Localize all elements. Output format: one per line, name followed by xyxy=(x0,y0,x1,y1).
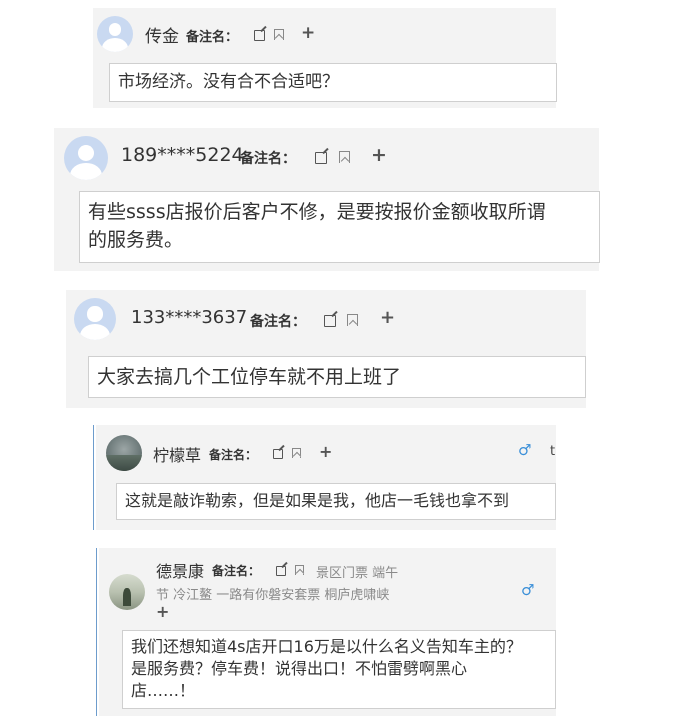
edit-icon[interactable] xyxy=(324,315,336,327)
comment-card: 189****5224 备注名： + 有些ssss店报价后客户不修，是要按报价金… xyxy=(54,128,600,271)
comment-text: 市场经济。没有合不合适吧？ xyxy=(109,63,557,102)
comment-card: 柠檬草 备注名： + ♂ t 这就是敲诈勒索，但是如果是我，他店一毛钱也拿不到 xyxy=(96,425,556,530)
user-tags: 节 冷江鳌 一路有你磐安套票 桐庐虎啸峡 xyxy=(156,588,390,603)
edit-icon[interactable] xyxy=(276,566,286,576)
bookmark-icon[interactable] xyxy=(274,29,284,40)
plus-icon[interactable]: + xyxy=(319,442,332,461)
thread-line xyxy=(93,425,94,530)
comment-text: 大家去搞几个工位停车就不用上班了 xyxy=(88,356,586,398)
avatar[interactable] xyxy=(74,298,116,340)
edit-icon[interactable] xyxy=(273,449,283,459)
edit-icon[interactable] xyxy=(254,30,265,41)
username[interactable]: 传金 xyxy=(145,22,179,47)
plus-icon[interactable]: + xyxy=(371,144,387,166)
username[interactable]: 189****5224 xyxy=(121,144,244,166)
bookmark-icon[interactable] xyxy=(295,565,304,575)
avatar[interactable] xyxy=(106,435,142,471)
comment-text: 我们还想知道4s店开口16万是以什么名义告知车主的？ 是服务费？停车费！说得出口… xyxy=(122,630,556,709)
thread-line xyxy=(96,548,97,716)
male-icon: ♂ xyxy=(521,581,535,599)
plus-icon[interactable]: + xyxy=(156,602,169,621)
comment-card: 德景康 备注名： 景区门票 端午 节 冷江鳌 一路有你磐安套票 桐庐虎啸峡 + … xyxy=(99,548,556,716)
avatar[interactable] xyxy=(109,574,145,610)
username[interactable]: 柠檬草 xyxy=(153,442,201,466)
comment-text-line: 有些ssss店报价后客户不修，是要按报价金额收取所谓 xyxy=(88,201,546,223)
remark-label: 备注名： xyxy=(250,314,306,330)
remark-label: 备注名： xyxy=(209,448,258,462)
bookmark-icon[interactable] xyxy=(347,314,358,326)
male-icon: ♂ xyxy=(518,441,532,459)
plus-icon[interactable]: + xyxy=(380,307,395,328)
username[interactable]: 133****3637 xyxy=(131,307,247,328)
remark-label: 备注名： xyxy=(186,30,239,45)
avatar[interactable] xyxy=(97,16,133,52)
edit-icon[interactable] xyxy=(315,152,327,164)
comment-text: 这就是敲诈勒索，但是如果是我，他店一毛钱也拿不到 xyxy=(116,483,556,520)
comment-text-line: 我们还想知道4s店开口16万是以什么名义告知车主的？ xyxy=(131,637,522,656)
comment-card: 133****3637 备注名： + 大家去搞几个工位停车就不用上班了 xyxy=(66,290,586,408)
comment-card: 传金 备注名： + 市场经济。没有合不合适吧？ xyxy=(93,8,557,108)
remark-label: 备注名： xyxy=(240,151,296,167)
username[interactable]: 德景康 xyxy=(156,558,204,582)
comment-text-line: 是服务费？停车费！说得出口！不怕雷劈啊黑心 xyxy=(131,659,468,678)
plus-icon[interactable]: + xyxy=(301,23,315,43)
comment-text-line: 的服务费。 xyxy=(88,229,184,251)
bookmark-icon[interactable] xyxy=(339,151,350,163)
avatar[interactable] xyxy=(64,136,108,180)
comment-text-line: 店……！ xyxy=(131,681,196,700)
comment-text: 有些ssss店报价后客户不修，是要按报价金额收取所谓 的服务费。 xyxy=(79,191,600,263)
remark-label: 备注名： xyxy=(212,564,261,578)
bookmark-icon[interactable] xyxy=(292,448,301,458)
truncated-text: t xyxy=(550,444,556,459)
user-tags: 景区门票 端午 xyxy=(316,566,399,581)
